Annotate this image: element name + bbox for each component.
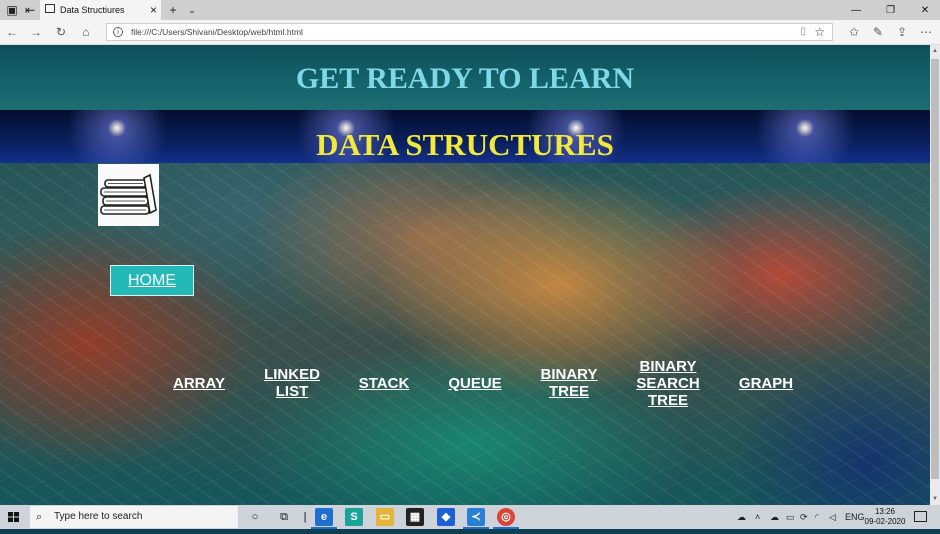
windows-taskbar: ⌕ Type here to search ○ ⧉ | e S ▭ ▦ ◆ ≺ …	[0, 505, 940, 529]
clock-date: 09-02-2020	[864, 517, 906, 526]
sync-icon[interactable]: ⟳	[800, 505, 808, 529]
tab-preview-chevron-icon[interactable]: ⌄	[184, 2, 200, 18]
sway-icon[interactable]: S	[345, 508, 363, 526]
minimize-button[interactable]: —	[841, 1, 871, 21]
share-icon[interactable]: ⇪	[894, 24, 910, 40]
chrome-icon[interactable]: ◎	[497, 508, 515, 526]
home-button[interactable]: HOME	[110, 265, 194, 296]
tab-title: Data Structiures	[60, 5, 125, 15]
wifi-icon[interactable]: ◜	[815, 505, 819, 529]
vertical-scrollbar[interactable]: ▲ ▼	[930, 45, 940, 505]
file-explorer-icon[interactable]: ▭	[376, 508, 394, 526]
onedrive-status-icon[interactable]: ☁	[737, 505, 746, 529]
favorites-icon[interactable]: ✩	[846, 24, 862, 40]
divider-icon: |	[303, 511, 307, 523]
favorite-star-icon[interactable]: ☆	[814, 24, 825, 40]
topic-link-queue[interactable]: QUEUE	[430, 355, 520, 411]
clock-time: 13:26	[874, 507, 896, 516]
info-icon[interactable]: i	[113, 27, 123, 37]
page-background: GET READY TO LEARN DATA STRUCTURES HOME …	[0, 45, 930, 505]
dropbox-icon[interactable]: ◆	[437, 508, 455, 526]
start-button[interactable]	[0, 505, 28, 529]
close-window-button[interactable]: ✕	[910, 1, 940, 21]
browser-tab-bar: ▣ ⇤ Data Structiures × + ⌄ — ❐ ✕	[0, 0, 940, 20]
topic-link-linked-list[interactable]: LINKED LIST	[247, 355, 337, 411]
reading-view-icon[interactable]: ▯	[800, 24, 806, 40]
battery-icon[interactable]: ▭	[786, 505, 795, 529]
close-tab-icon[interactable]: ×	[150, 0, 157, 20]
search-placeholder: Type here to search	[54, 511, 143, 522]
page-icon	[45, 4, 55, 13]
cloud-icon[interactable]: ☁	[770, 505, 779, 529]
tab-actions-icon[interactable]: ▣	[4, 2, 20, 18]
more-options-icon[interactable]: ⋯	[918, 24, 934, 40]
edge-browser-icon[interactable]: e	[315, 508, 333, 526]
scroll-down-icon[interactable]: ▼	[930, 493, 940, 505]
topic-link-array[interactable]: ARRAY	[154, 355, 244, 411]
scroll-thumb[interactable]	[931, 59, 939, 479]
vscode-icon[interactable]: ≺	[467, 508, 485, 526]
scroll-up-icon[interactable]: ▲	[930, 45, 940, 57]
taskbar-search-box[interactable]: ⌕ Type here to search	[30, 506, 238, 528]
tab-data-structures[interactable]: Data Structiures ×	[40, 0, 161, 20]
home-icon[interactable]: ⌂	[78, 24, 94, 40]
windows-logo-icon	[8, 512, 19, 522]
volume-icon[interactable]: ◁	[829, 505, 836, 529]
show-hidden-icons-chevron-icon[interactable]: ˄	[755, 505, 760, 529]
topic-link-binary-search-tree[interactable]: BINARY SEARCH TREE	[623, 355, 713, 411]
address-toolbar: ← → ↻ ⌂ i file:///C:/Users/Shivani/Deskt…	[0, 20, 940, 45]
cortana-icon[interactable]: ○	[246, 508, 264, 526]
task-view-icon[interactable]: ⧉	[275, 508, 293, 526]
address-field[interactable]: i file:///C:/Users/Shivani/Desktop/web/h…	[106, 23, 833, 41]
taskbar-clock[interactable]: 13:26 09-02-2020	[862, 507, 908, 527]
search-icon: ⌕	[36, 511, 43, 523]
topic-link-stack[interactable]: STACK	[339, 355, 429, 411]
page-subheading: DATA STRUCTURES	[316, 127, 614, 162]
url-text[interactable]: file:///C:/Users/Shivani/Desktop/web/htm…	[131, 24, 303, 40]
set-aside-tabs-icon[interactable]: ⇤	[22, 2, 38, 18]
topic-link-binary-tree[interactable]: BINARY TREE	[524, 355, 614, 411]
action-center-icon[interactable]	[914, 511, 927, 522]
back-icon[interactable]: ←	[4, 24, 20, 40]
restore-button[interactable]: ❐	[876, 1, 906, 21]
pen-icon[interactable]: ✎	[870, 24, 886, 40]
store-icon[interactable]: ▦	[406, 508, 424, 526]
books-logo	[98, 164, 159, 226]
page-heading: GET READY TO LEARN	[295, 62, 635, 95]
forward-icon[interactable]: →	[28, 24, 44, 40]
refresh-icon[interactable]: ↻	[53, 24, 69, 40]
topic-link-graph[interactable]: GRAPH	[721, 355, 811, 411]
new-tab-button[interactable]: +	[165, 2, 181, 18]
